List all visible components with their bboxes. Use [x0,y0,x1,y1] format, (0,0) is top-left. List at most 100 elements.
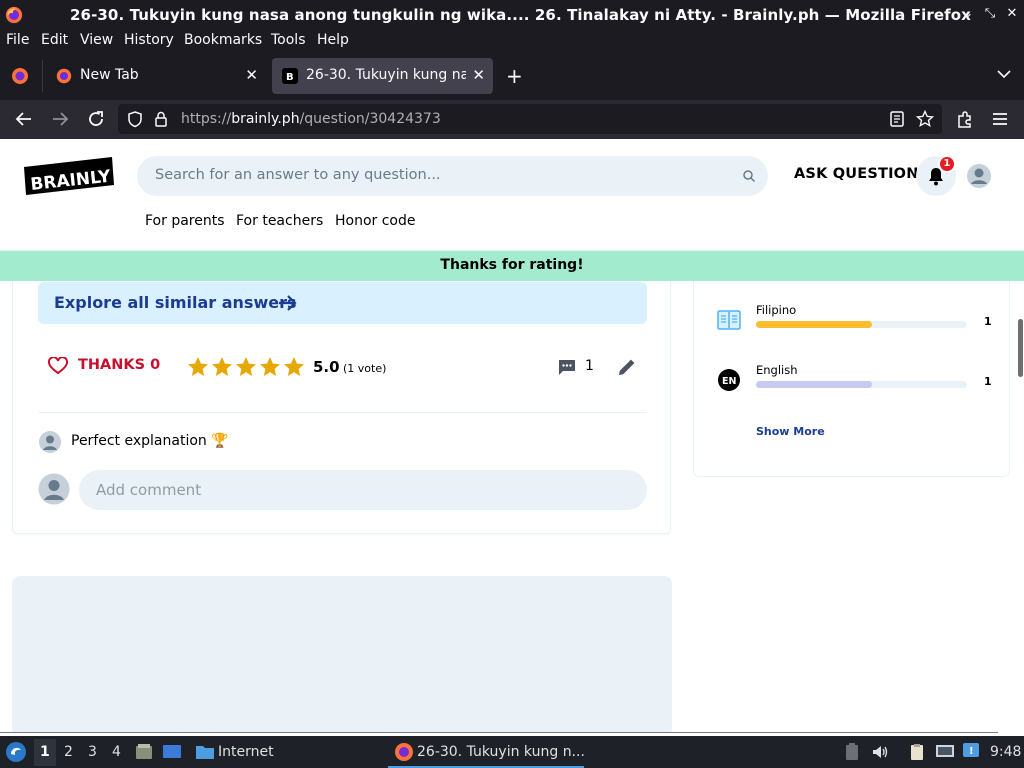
ask-question-button[interactable]: ASK QUESTION [794,166,919,182]
network-icon[interactable] [935,743,955,761]
svg-text:!: ! [969,746,974,757]
nav-for-teachers[interactable]: For teachers [236,213,323,229]
chevron-down-icon[interactable] [996,66,1012,82]
tab-new-tab[interactable]: New Tab ✕ [46,58,266,94]
thanks-label: THANKS 0 [78,357,161,373]
url-bar[interactable]: https://brainly.ph/question/30424373 [118,104,942,134]
star-icon[interactable] [187,356,209,378]
internet-launcher-label[interactable]: Internet [218,744,274,760]
svg-text:B: B [286,72,294,83]
shield-icon[interactable] [126,110,144,128]
hamburger-menu-icon[interactable] [990,109,1010,129]
menu-help[interactable]: Help [317,32,349,48]
search-icon[interactable] [742,169,756,183]
menu-tools[interactable]: Tools [271,32,306,48]
new-tab-button[interactable]: + [506,64,523,88]
horizontal-scrollbar[interactable] [0,732,998,733]
subjects-panel: Filipino 1 EN English 1 Show More [693,259,1010,477]
notification-badge: 1 [938,155,956,173]
comment-text: Perfect explanation 🏆 [71,433,229,449]
file-manager-icon[interactable] [135,743,153,761]
star-icon[interactable] [211,356,233,378]
notification-info-icon[interactable]: ! [962,742,980,760]
subject-count: 1 [984,315,992,328]
clock: 9:48 [990,744,1022,760]
star-icon[interactable] [259,356,281,378]
web-page: BRAINLY Search for an answer to any ques… [0,139,1024,733]
reader-view-icon[interactable] [888,110,906,128]
profile-avatar-icon[interactable] [966,163,992,189]
start-menu-icon[interactable] [5,741,27,763]
desktop-icon[interactable] [162,743,182,761]
minimize-icon[interactable]: ⌄ [960,6,976,22]
bookmark-star-icon[interactable] [916,110,934,128]
firefox-view-icon[interactable] [10,66,30,86]
close-tab-icon[interactable]: ✕ [472,66,485,84]
answer-card: Explore all similar answers THANKS 0 5.0… [12,259,671,534]
maximize-icon[interactable]: ⤡ [982,6,998,22]
pencil-edit-icon[interactable] [616,356,638,378]
nav-for-parents[interactable]: For parents [145,213,225,229]
navigation-bar: https://brainly.ph/question/30424373 [0,100,1024,139]
menu-file[interactable]: File [6,32,29,48]
close-tab-icon[interactable]: ✕ [245,66,258,84]
add-comment-placeholder: Add comment [96,481,202,499]
svg-text:EN: EN [722,376,736,387]
menu-edit[interactable]: Edit [41,32,68,48]
subject-name: English [756,363,798,377]
star-icon[interactable] [235,356,257,378]
tab-label: New Tab [80,67,139,83]
volume-icon[interactable] [871,743,889,761]
en-badge-icon: EN [718,369,740,391]
rating-value: 5.0 [313,358,340,376]
content-placeholder [12,576,672,733]
comment-icon[interactable] [557,358,577,376]
comment-count: 1 [585,358,594,374]
tab-brainly[interactable]: B 26-30. Tukuyin kung nasa ✕ [272,58,493,94]
show-more-link[interactable]: Show More [756,425,825,438]
firefox-icon [5,6,23,24]
vote-count: (1 vote) [343,362,387,375]
battery-icon[interactable] [845,743,859,761]
menu-bar: File Edit View History Bookmarks Tools H… [0,30,1024,52]
subject-progress-fill [756,321,873,328]
arrow-right-icon [279,295,297,311]
vertical-scrollbar[interactable] [1018,319,1023,377]
menu-bookmarks[interactable]: Bookmarks [184,32,262,48]
forward-icon[interactable] [50,109,70,129]
reload-icon[interactable] [86,109,106,129]
menu-history[interactable]: History [124,32,174,48]
menu-view[interactable]: View [80,32,113,48]
clipboard-icon[interactable] [908,743,926,761]
task-label: 26-30. Tukuyin kung n... [417,744,585,760]
tab-strip: New Tab ✕ B 26-30. Tukuyin kung nasa ✕ + [0,52,1024,100]
add-comment-input[interactable]: Add comment [79,470,647,510]
commenter-avatar-icon [39,431,61,453]
brainly-favicon-icon: B [282,68,298,84]
workspace-3[interactable]: 3 [88,744,97,760]
close-window-icon[interactable]: ✕ [1004,6,1020,22]
explore-label: Explore all similar answers [54,293,297,312]
search-input[interactable]: Search for an answer to any question... [137,156,768,196]
extensions-icon[interactable] [955,109,975,129]
workspace-4[interactable]: 4 [112,744,121,760]
nav-honor-code[interactable]: Honor code [335,213,416,229]
workspace-2[interactable]: 2 [64,744,73,760]
back-icon[interactable] [14,109,34,129]
subject-name: Filipino [756,303,797,317]
url-text[interactable]: https://brainly.ph/question/30424373 [181,111,441,127]
search-placeholder: Search for an answer to any question... [155,167,441,183]
brainly-logo[interactable]: BRAINLY [24,157,114,195]
folder-icon[interactable] [195,743,215,761]
explore-similar-answers-button[interactable]: Explore all similar answers [38,282,647,324]
lock-icon[interactable] [152,110,170,128]
book-icon [717,310,741,330]
workspace-1[interactable]: 1 [40,744,50,760]
star-icon[interactable] [283,356,305,378]
window-title: 26-30. Tukuyin kung nasa anong tungkulin… [70,6,971,24]
taskbar-firefox-window[interactable]: 26-30. Tukuyin kung n... [388,736,585,768]
window-titlebar: 26-30. Tukuyin kung nasa anong tungkulin… [0,0,1024,30]
rating-toast: Thanks for rating! [0,251,1024,281]
tab-separator [42,60,43,92]
user-avatar-icon [38,473,70,505]
